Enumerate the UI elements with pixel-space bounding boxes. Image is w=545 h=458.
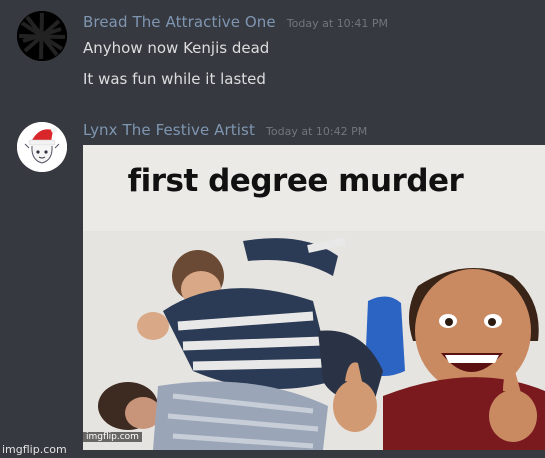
message-text: It was fun while it lasted (83, 70, 266, 88)
timestamp: Today at 10:42 PM (266, 125, 368, 138)
message-text: Anyhow now Kenjis dead (83, 39, 270, 57)
chat-view: Bread The Attractive One Today at 10:41 … (0, 0, 545, 458)
message-group: Bread The Attractive One Today at 10:41 … (0, 8, 545, 93)
image-attachment[interactable]: first degree murder imgflip.com (83, 145, 545, 450)
scribbled-avatar-icon (17, 11, 67, 61)
lynx-santa-hat-avatar-icon (17, 122, 67, 172)
timestamp: Today at 10:41 PM (286, 17, 389, 30)
username[interactable]: Bread The Attractive One (83, 13, 276, 31)
message-header: Lynx The Festive Artist Today at 10:42 P… (83, 120, 367, 139)
meme-photo-illustration (83, 231, 545, 450)
page-watermark: imgflip.com (2, 443, 67, 456)
message-header: Bread The Attractive One Today at 10:41 … (83, 12, 388, 31)
avatar[interactable] (17, 122, 67, 172)
image-watermark: imgflip.com (83, 432, 142, 442)
username[interactable]: Lynx The Festive Artist (83, 121, 255, 139)
message-group: Lynx The Festive Artist Today at 10:42 P… (0, 118, 545, 458)
avatar[interactable] (17, 11, 67, 61)
meme-caption: first degree murder (127, 163, 464, 199)
